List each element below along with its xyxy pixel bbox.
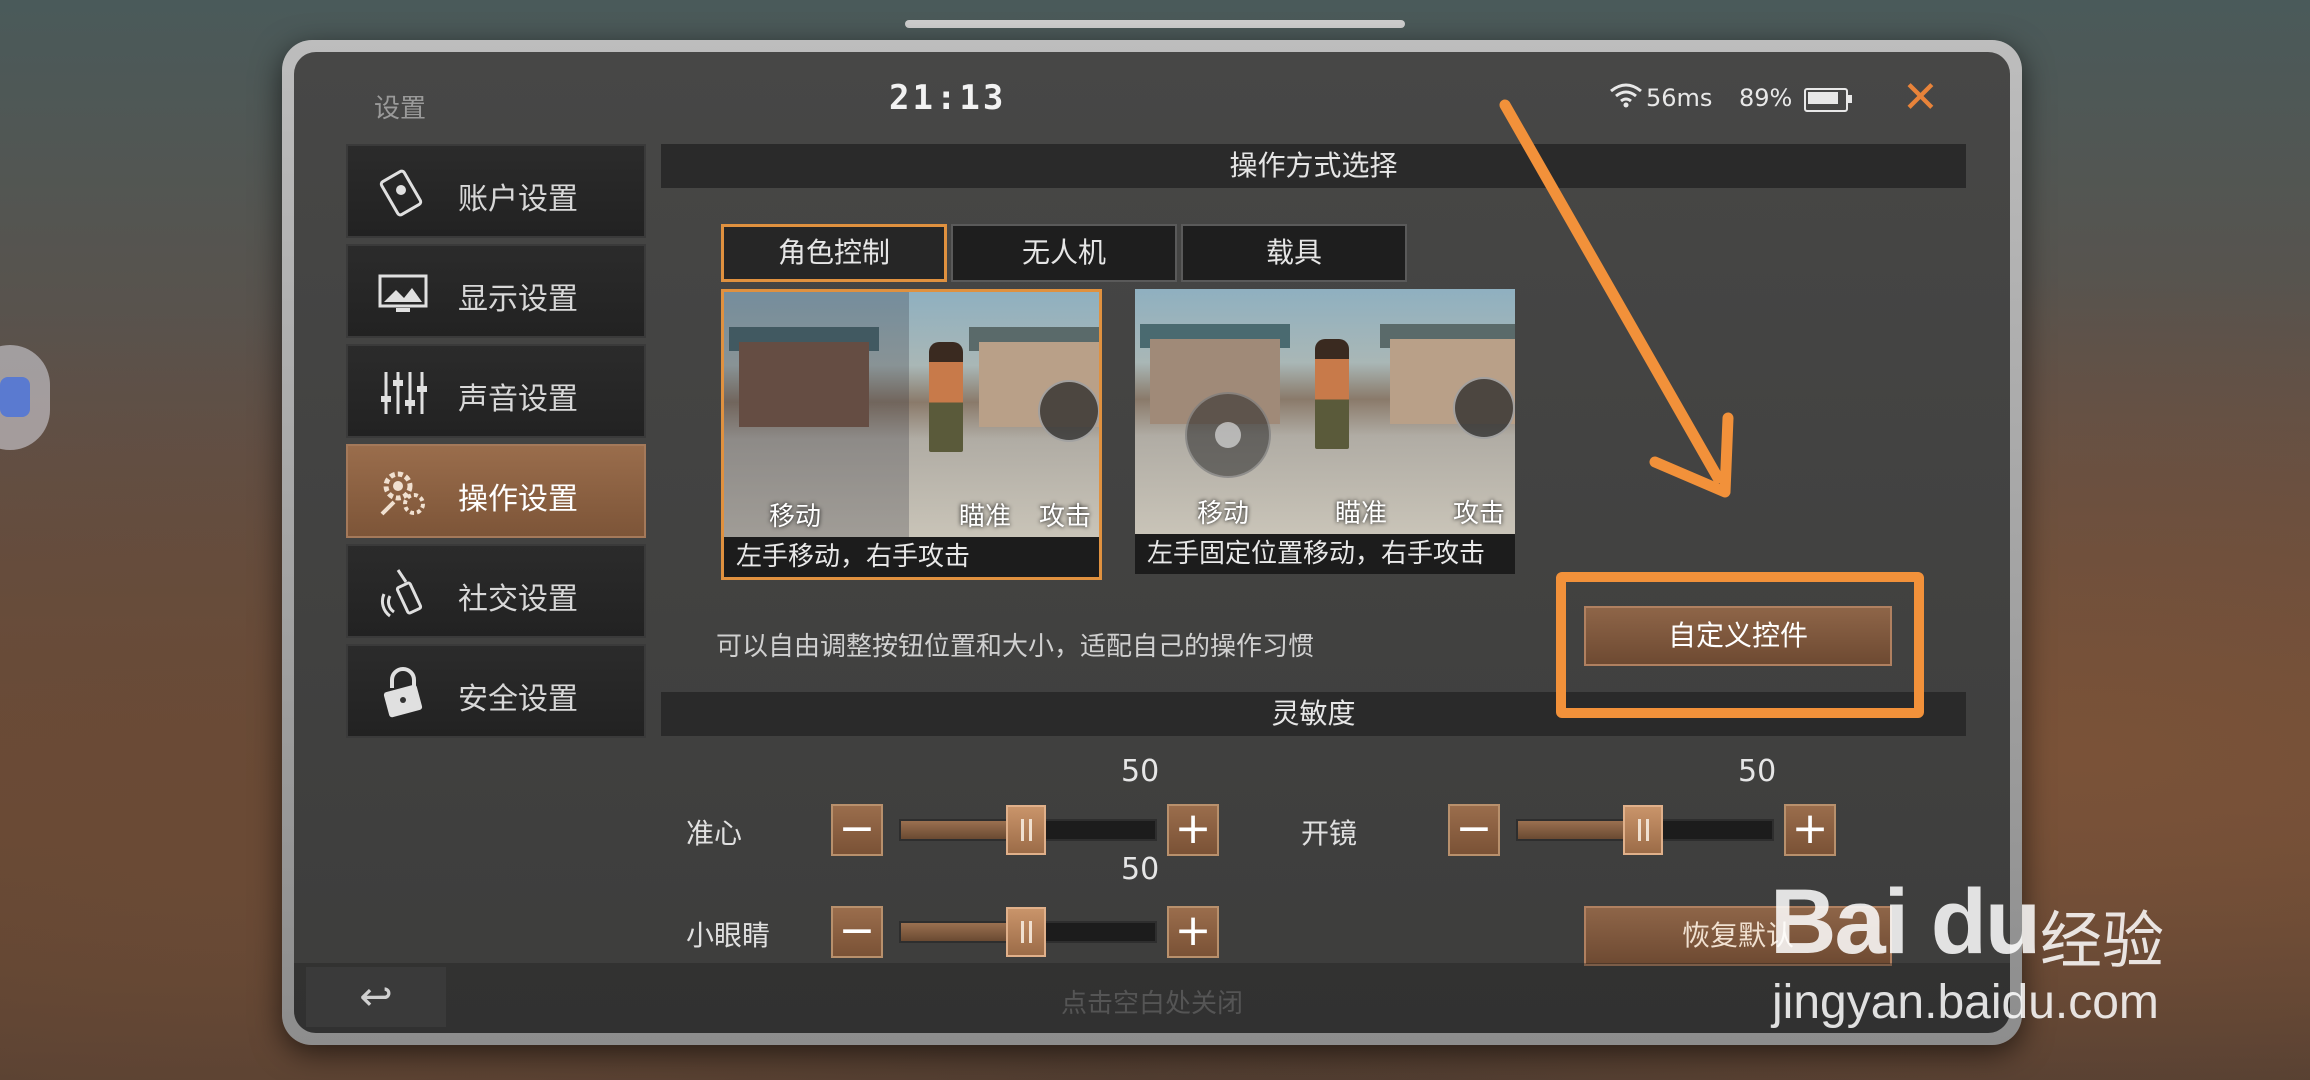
- sound-icon: [381, 372, 427, 414]
- social-icon: [380, 569, 423, 618]
- control-mode-option-1[interactable]: 移动 瞄准 攻击 左手移动，右手攻击: [721, 289, 1102, 580]
- control-mode-option-2[interactable]: 移动 瞄准 攻击 左手固定位置移动，右手攻击: [1135, 289, 1515, 574]
- crosshair-plus-button[interactable]: +: [1167, 804, 1219, 856]
- sidebar-item-label: 安全设置: [458, 682, 578, 717]
- attack-knife-icon: [1038, 380, 1099, 442]
- sidebar-item-label: 显示设置: [458, 282, 578, 317]
- eye-plus-button[interactable]: +: [1167, 906, 1219, 958]
- scope-slider-thumb[interactable]: [1623, 805, 1663, 855]
- aim-label: 瞄准: [959, 502, 1012, 532]
- crosshair-minus-button[interactable]: −: [831, 804, 883, 856]
- joystick-icon: [1185, 392, 1271, 478]
- baidu-url: jingyan.baidu.com: [1772, 976, 2159, 1029]
- scope-minus-button[interactable]: −: [1448, 804, 1500, 856]
- controls-icon: [380, 471, 425, 516]
- mode-preview-image: 移动 瞄准 攻击: [724, 292, 1099, 537]
- sidebar-item-label: 账户设置: [458, 182, 578, 217]
- tap-to-close-hint: 点击空白处关闭: [1060, 989, 1243, 1019]
- move-label: 移动: [769, 502, 822, 532]
- attack-knife-icon: [1453, 377, 1515, 439]
- scope-label: 开镜: [1301, 817, 1358, 850]
- attack-label: 攻击: [1039, 502, 1092, 532]
- controls-panel: 操作方式选择 角色控制 无人机 载具 移动 瞄准 攻击 左手移动，右手攻击 移动…: [661, 144, 1966, 974]
- sidebar-item-label: 操作设置: [458, 482, 578, 517]
- tab-character[interactable]: 角色控制: [721, 224, 947, 282]
- tab-vehicle[interactable]: 载具: [1181, 224, 1407, 282]
- sidebar-item-label: 声音设置: [458, 382, 578, 417]
- eye-slider-thumb[interactable]: [1006, 907, 1046, 957]
- settings-sidebar: 账户设置 显示设置 声音设置 操作设置 社交设置 安全设置: [346, 144, 646, 744]
- bottom-bar: ↩ 点击空白处关闭: [294, 963, 2010, 1033]
- sidebar-item-label: 社交设置: [458, 582, 578, 617]
- custom-controls-hint: 可以自由调整按钮位置和大小，适配自己的操作习惯: [716, 632, 1315, 662]
- section-header-control-mode: 操作方式选择: [661, 144, 1966, 188]
- crosshair-label: 准心: [686, 817, 743, 850]
- attack-label: 攻击: [1453, 499, 1506, 529]
- page-title: 设置: [374, 94, 427, 124]
- mode-caption: 左手移动，右手攻击: [724, 537, 1099, 577]
- sidebar-item-account[interactable]: 账户设置: [346, 144, 646, 238]
- aim-label: 瞄准: [1335, 499, 1388, 529]
- gamepad-icon: [0, 377, 30, 417]
- eye-value: 50: [1121, 852, 1160, 887]
- status-bar: 设置 21:13 56ms 89% ✕: [294, 52, 2010, 147]
- close-icon[interactable]: ✕: [1902, 76, 1939, 120]
- ping-readout: 56ms: [1646, 84, 1713, 112]
- scope-value: 50: [1738, 754, 1777, 789]
- display-icon: [378, 274, 428, 312]
- sidebar-item-sound[interactable]: 声音设置: [346, 344, 646, 438]
- control-tabs: 角色控制 无人机 载具: [721, 224, 1411, 282]
- floating-side-button[interactable]: [0, 345, 50, 450]
- settings-tablet: 设置 21:13 56ms 89% ✕ 账户设置 显示设置 声音设置 操作设置 …: [282, 40, 2022, 1045]
- baidu-jingyan-text: 经验: [2040, 904, 2165, 977]
- tab-drone[interactable]: 无人机: [951, 224, 1177, 282]
- top-handle-bar: [905, 20, 1405, 28]
- clock: 21:13: [889, 78, 1007, 118]
- annotation-highlight-box: [1556, 572, 1924, 718]
- baidu-logo-text: Bai du: [1770, 871, 2041, 973]
- sidebar-item-display[interactable]: 显示设置: [346, 244, 646, 338]
- move-label: 移动: [1197, 499, 1250, 529]
- sidebar-item-social[interactable]: 社交设置: [346, 544, 646, 638]
- security-icon: [383, 667, 423, 718]
- mode-caption: 左手固定位置移动，右手攻击: [1135, 534, 1515, 574]
- sidebar-item-controls[interactable]: 操作设置: [346, 444, 646, 538]
- settings-screen: 设置 21:13 56ms 89% ✕ 账户设置 显示设置 声音设置 操作设置 …: [294, 52, 2010, 1033]
- wifi-icon: [1610, 83, 1642, 108]
- battery-icon: [1804, 88, 1852, 112]
- crosshair-value: 50: [1121, 754, 1160, 789]
- sidebar-item-security[interactable]: 安全设置: [346, 644, 646, 738]
- scope-plus-button[interactable]: +: [1784, 804, 1836, 856]
- mode-preview-image: 移动 瞄准 攻击: [1135, 289, 1515, 534]
- eye-label: 小眼睛: [686, 919, 771, 952]
- battery-percent: 89%: [1739, 84, 1793, 112]
- account-icon: [379, 169, 423, 217]
- eye-minus-button[interactable]: −: [831, 906, 883, 958]
- crosshair-slider-thumb[interactable]: [1006, 805, 1046, 855]
